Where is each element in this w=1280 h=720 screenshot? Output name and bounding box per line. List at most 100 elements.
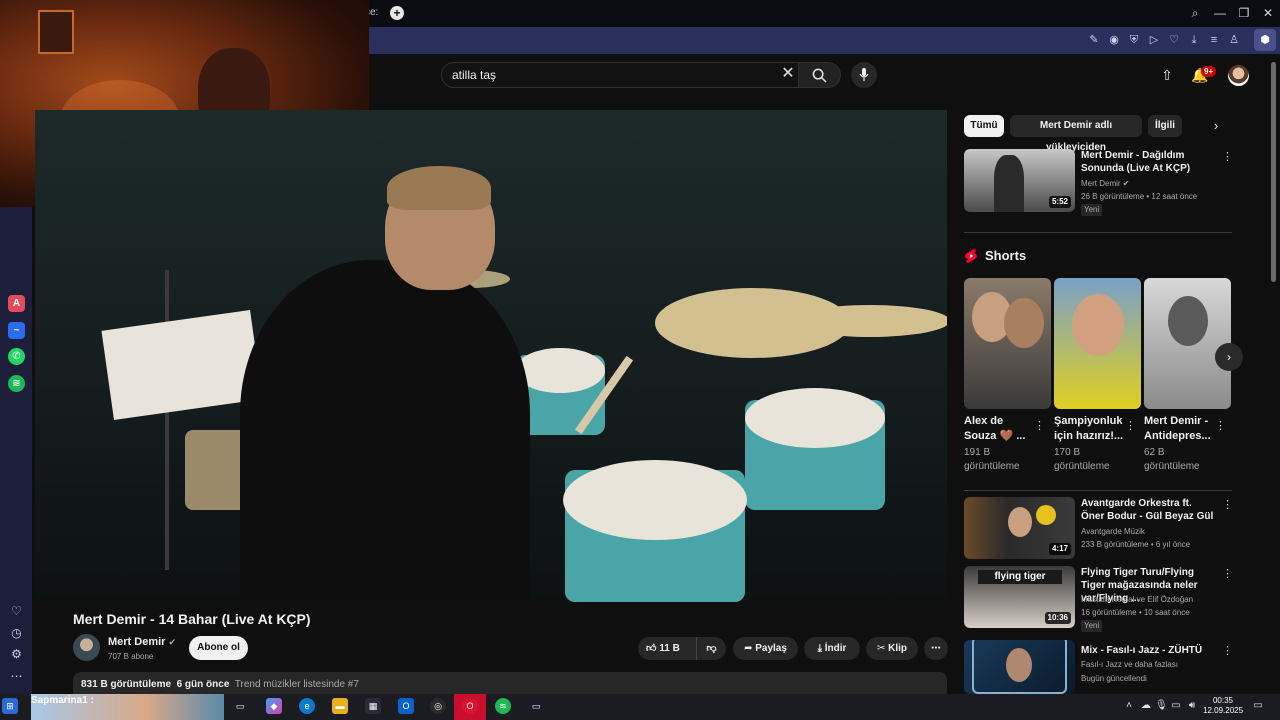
related-mix-title[interactable]: Mix - Fasıl-ı Jazz - ZÜHTÜ — [1081, 644, 1217, 657]
chip-related[interactable]: İlgili — [1148, 115, 1182, 137]
channel-name[interactable]: Mert Demir ✔ — [108, 636, 176, 648]
taskbar-window-label[interactable]: Sapmarina1 : — [31, 695, 94, 706]
search-button[interactable] — [799, 62, 841, 88]
like-button[interactable]: 👍︎ 11 B — [638, 637, 696, 660]
video-menu-kebab-icon[interactable]: ⋮ — [1222, 644, 1233, 658]
heart-icon[interactable]: ♡ — [1167, 33, 1181, 47]
video-menu-kebab-icon[interactable]: ⋮ — [1222, 498, 1233, 512]
microphone-icon — [859, 68, 869, 81]
related-video-title[interactable]: Avantgarde Orkestra ft. Öner Bodur - Gül… — [1081, 497, 1217, 523]
short-title[interactable]: Mert Demir - Antidepres... — [1144, 414, 1212, 444]
shield-icon[interactable]: ⛨ — [1127, 33, 1141, 47]
spotify-icon[interactable]: ≋ — [8, 375, 25, 392]
restore-button[interactable]: ❐ — [1236, 5, 1252, 21]
shorts-logo-icon — [965, 249, 977, 263]
minimize-button[interactable]: — — [1212, 5, 1228, 21]
subscribe-button[interactable]: Abone ol — [189, 636, 248, 660]
terminal-icon[interactable]: ▭ — [528, 698, 544, 714]
edge-icon[interactable]: e — [299, 698, 315, 714]
cloud-icon[interactable]: ☁ — [1140, 700, 1152, 712]
video-thumbnail[interactable]: 4:17 — [964, 497, 1075, 559]
download-icon: ⤓ — [817, 643, 822, 654]
video-player[interactable] — [35, 110, 947, 602]
extension-cube-icon[interactable]: ⬢ — [1254, 29, 1276, 51]
more-icon[interactable]: ⋯ — [9, 669, 24, 684]
download-button[interactable]: ⤓ İndir — [804, 637, 860, 660]
video-menu-kebab-icon[interactable]: ⋮ — [1222, 150, 1233, 164]
related-video-title[interactable]: Mert Demir - Dağıldım Sonunda (Live At K… — [1081, 149, 1217, 175]
close-button[interactable]: ✕ — [1260, 5, 1276, 21]
clip-button[interactable]: ✂ Klip — [866, 637, 918, 660]
messenger-icon[interactable]: ~ — [8, 322, 25, 339]
short-thumbnail[interactable] — [1144, 278, 1231, 409]
description-summary: 831 B görüntüleme 6 gün önce Trend müzik… — [81, 679, 359, 690]
address-bar[interactable] — [369, 27, 1280, 54]
new-tab-button[interactable]: + — [390, 6, 404, 20]
verified-icon: ✔ — [168, 637, 177, 647]
whatsapp-icon[interactable]: ✆ — [8, 348, 25, 365]
obs-icon[interactable]: ◎ — [430, 698, 446, 714]
short-title[interactable]: Alex de Souza 🤎 ... — [964, 414, 1030, 444]
related-video-meta: 26 B görüntüleme • 12 saat önce — [1081, 192, 1198, 201]
store-icon[interactable]: ▦ — [365, 698, 381, 714]
page-scrollbar[interactable] — [1271, 62, 1276, 282]
chip-all[interactable]: Tümü — [964, 115, 1004, 137]
related-video-channel[interactable]: Mustafa Kemal ve Elif Özdoğan — [1081, 594, 1193, 605]
drum-head — [745, 388, 885, 448]
shorts-next-button[interactable]: › — [1215, 343, 1243, 371]
thumbnail-face — [1008, 507, 1032, 537]
browser-sidebar — [0, 207, 32, 694]
chips-next-chevron-icon[interactable]: › — [1208, 118, 1224, 134]
profile-icon[interactable]: ♙ — [1227, 33, 1241, 47]
upload-icon[interactable]: ⇧ — [1158, 66, 1176, 84]
microphone-tray-icon[interactable]: 🎙︎ — [1155, 700, 1168, 712]
copilot-icon[interactable]: ◆ — [266, 698, 282, 714]
camera-icon[interactable]: ◉ — [1107, 33, 1121, 47]
edit-icon[interactable]: ✎ — [1087, 33, 1101, 47]
settings-gear-icon[interactable]: ⚙ — [9, 647, 24, 662]
start-icon[interactable]: ⊞ — [2, 698, 18, 714]
share-button[interactable]: ➦ Paylaş — [733, 637, 798, 660]
chip-from-uploader[interactable]: Mert Demir adlı yükleyiciden — [1010, 115, 1142, 153]
file-explorer-icon[interactable]: ▬ — [332, 698, 348, 714]
spotify-taskbar-icon[interactable]: ≋ — [495, 698, 511, 714]
short-menu-kebab-icon[interactable]: ⋮ — [1034, 419, 1045, 433]
video-thumbnail[interactable] — [964, 640, 1075, 694]
short-title[interactable]: Şampiyonluk için hazırız!... — [1054, 414, 1126, 444]
short-menu-kebab-icon[interactable]: ⋮ — [1125, 419, 1136, 433]
related-video-channel[interactable]: Avantgarde Müzik — [1081, 526, 1145, 537]
short-thumbnail[interactable] — [1054, 278, 1141, 409]
video-menu-kebab-icon[interactable]: ⋮ — [1222, 567, 1233, 581]
mic-stand — [165, 270, 169, 570]
clear-search-icon[interactable]: ✕ — [779, 65, 797, 83]
network-icon[interactable]: ▭ — [1170, 700, 1182, 712]
subscriber-count: 707 B abone — [108, 652, 154, 661]
channel-avatar[interactable] — [73, 634, 100, 661]
download-icon[interactable]: ⤓ — [1187, 33, 1201, 47]
play-icon[interactable]: ▷ — [1147, 33, 1161, 47]
tray-chevron-icon[interactable]: ˄ — [1123, 700, 1135, 712]
opera-icon[interactable]: O — [462, 698, 478, 714]
short-menu-kebab-icon[interactable]: ⋮ — [1215, 419, 1226, 433]
more-actions-button[interactable]: ⋯ — [924, 637, 948, 660]
new-badge: Yeni — [1081, 204, 1103, 216]
related-video-channel[interactable]: Mert Demir ✔ — [1081, 178, 1130, 189]
aria-app-icon[interactable]: A — [8, 295, 25, 312]
voice-search-button[interactable] — [851, 62, 877, 88]
account-avatar[interactable] — [1228, 65, 1249, 86]
video-thumbnail[interactable]: flying tiger 10:36 — [964, 566, 1075, 628]
video-thumbnail[interactable]: 5:52 — [964, 149, 1075, 212]
history-icon[interactable]: ◷ — [9, 626, 24, 641]
dislike-button[interactable]: 👎︎ — [696, 637, 726, 660]
volume-icon[interactable]: 🔊︎ — [1186, 700, 1198, 712]
browser-search-icon[interactable]: ⌕ — [1187, 5, 1203, 21]
heart-icon[interactable]: ♡ — [9, 604, 24, 619]
notification-center-icon[interactable]: ▭ — [1252, 700, 1264, 712]
video-title: Mert Demir - 14 Bahar (Live At KÇP) — [73, 611, 311, 627]
outlook-icon[interactable]: O — [398, 698, 414, 714]
system-clock[interactable]: 00:35 12.09.2025 — [1203, 696, 1243, 716]
short-thumbnail[interactable] — [964, 278, 1051, 409]
menu-icon[interactable]: ≡ — [1207, 33, 1221, 47]
task-view-icon[interactable]: ▭ — [232, 698, 248, 714]
drummer-body — [240, 260, 530, 602]
